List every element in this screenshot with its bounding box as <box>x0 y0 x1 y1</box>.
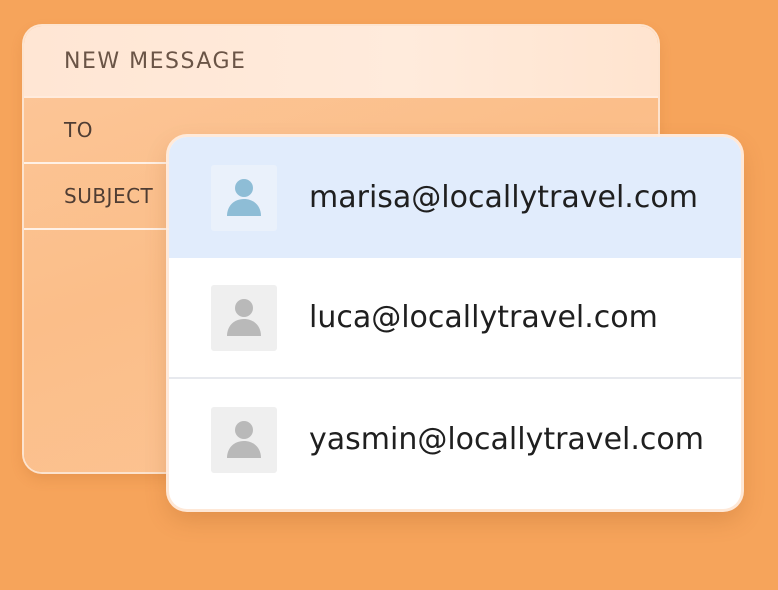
suggestion-email: luca@locallytravel.com <box>309 300 658 335</box>
avatar <box>211 284 277 351</box>
suggestion-item-marisa[interactable]: marisa@locallytravel.com <box>169 137 741 258</box>
compose-title: NEW MESSAGE <box>64 48 247 74</box>
to-label: TO <box>64 118 93 142</box>
person-icon <box>227 298 261 336</box>
avatar <box>211 406 277 473</box>
subject-label: SUBJECT <box>64 184 154 208</box>
person-icon <box>227 420 261 458</box>
avatar <box>211 164 277 231</box>
suggestion-item-yasmin[interactable]: yasmin@locallytravel.com <box>169 379 741 500</box>
compose-header: NEW MESSAGE <box>24 26 658 98</box>
recipient-suggestions-dropdown: marisa@locallytravel.com luca@locallytra… <box>169 137 741 509</box>
person-icon <box>227 178 261 216</box>
suggestion-email: yasmin@locallytravel.com <box>309 422 704 457</box>
suggestion-item-luca[interactable]: luca@locallytravel.com <box>169 258 741 379</box>
suggestion-email: marisa@locallytravel.com <box>309 180 698 215</box>
